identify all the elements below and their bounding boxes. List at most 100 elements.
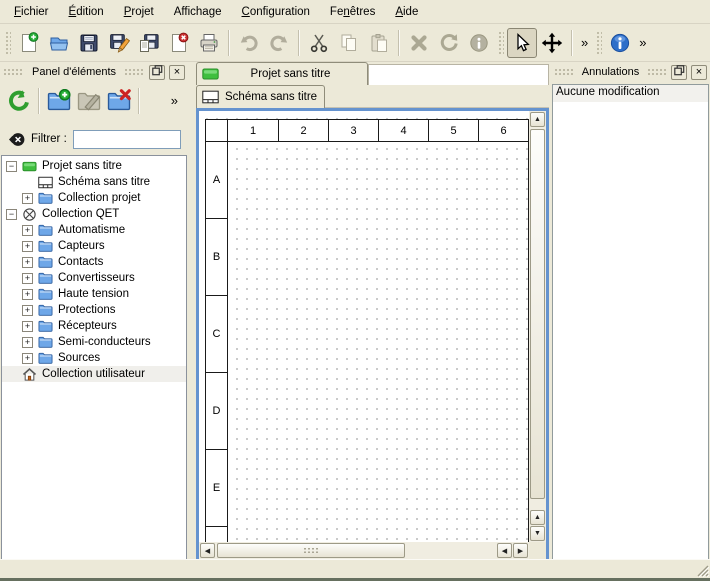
clear-filter-button[interactable]	[8, 131, 25, 148]
schema-tab-bar: Schéma sans titre	[196, 85, 549, 108]
main-toolbar: »»	[0, 24, 710, 62]
new-project-button[interactable]	[14, 28, 44, 58]
menu-fenetres[interactable]: Fenêtres	[320, 2, 385, 22]
tree-item-contacts[interactable]: + Contacts	[2, 254, 186, 270]
menu-configuration[interactable]: Configuration	[232, 2, 320, 22]
expander-minus-icon[interactable]: −	[6, 209, 17, 220]
float-panel-button[interactable]	[149, 65, 165, 80]
tree-item-label: Protections	[58, 304, 116, 316]
horizontal-scrollbar[interactable]: ◀ ◀ ▶	[199, 542, 529, 559]
expander-plus-icon[interactable]: +	[22, 225, 33, 236]
save-all-button[interactable]	[134, 28, 164, 58]
rotate-icon	[438, 32, 460, 54]
filter-input[interactable]	[73, 130, 181, 149]
tree-item-convertisseurs[interactable]: +Convertisseurs	[2, 270, 186, 286]
expander-plus-icon[interactable]: +	[22, 289, 33, 300]
vertical-scrollbar[interactable]: ▲ ▲ ▼	[529, 111, 546, 542]
tree-item-collection-projet[interactable]: +Collection projet	[2, 190, 186, 206]
toolbar-handle[interactable]	[4, 30, 11, 56]
panel-overflow-button[interactable]: »	[167, 86, 182, 116]
horizontal-scroll-thumb[interactable]	[217, 543, 405, 558]
paste-icon	[368, 32, 390, 54]
tree-item-haute-tension[interactable]: +Haute tension	[2, 286, 186, 302]
tab-bar-empty-area	[368, 64, 549, 85]
tree-item-semi-conducteurs[interactable]: + Semi-conducteurs	[2, 334, 186, 350]
scroll-left-button-2[interactable]: ◀	[497, 543, 512, 558]
scroll-up-button-2[interactable]: ▲	[530, 510, 545, 525]
pan-mode-button[interactable]	[537, 28, 567, 58]
toolbar-overflow-button[interactable]: »	[577, 28, 592, 58]
toolbar-handle[interactable]	[595, 30, 602, 56]
tab-schema-sans-titre[interactable]: Schéma sans titre	[196, 85, 325, 108]
edit-category-button	[74, 86, 104, 116]
expander-plus-icon[interactable]: +	[22, 321, 33, 332]
tree-item-collection-qet[interactable]: −Collection QET	[2, 206, 186, 222]
menu-fichier[interactable]: Fichier	[4, 2, 59, 22]
scroll-down-button[interactable]: ▼	[530, 526, 545, 541]
menu-affichage[interactable]: Affichage	[164, 2, 232, 22]
new-category-button[interactable]	[44, 86, 74, 116]
tree-item-collection-utilisateur[interactable]: Collection utilisateur	[2, 366, 186, 382]
expander-plus-icon[interactable]: +	[22, 273, 33, 284]
size-grip[interactable]	[695, 563, 709, 577]
left-splitter[interactable]	[188, 62, 196, 562]
column-header-6: 6	[478, 120, 528, 142]
print-button[interactable]	[194, 28, 224, 58]
tree-item-schema-sans-titre[interactable]: Schéma sans titre	[2, 174, 186, 190]
expander-plus-icon[interactable]: +	[22, 337, 33, 348]
tree-item-label: Semi-conducteurs	[58, 336, 151, 348]
project-icon	[22, 159, 37, 174]
row-header-partial	[206, 527, 228, 542]
close-panel-button[interactable]: ×	[169, 65, 185, 80]
about-qet-button[interactable]	[605, 28, 635, 58]
menu-bar: FichierÉditionProjetAffichageConfigurati…	[0, 0, 710, 24]
tree-item-label: Contacts	[58, 256, 103, 268]
rotate-button	[434, 28, 464, 58]
column-header-3: 3	[328, 120, 378, 142]
undo-dock-header[interactable]: Annulations ×	[551, 62, 710, 82]
tree-item-automatisme[interactable]: +Automatisme	[2, 222, 186, 238]
expander-plus-icon[interactable]: +	[22, 305, 33, 316]
scroll-up-button[interactable]: ▲	[530, 112, 545, 127]
close-panel-button[interactable]: ×	[691, 65, 707, 80]
scroll-right-button[interactable]: ▶	[513, 543, 528, 558]
save-as-button[interactable]	[104, 28, 134, 58]
reload-collections-button[interactable]	[4, 86, 34, 116]
toolbar-handle[interactable]	[497, 30, 504, 56]
diagram-scene[interactable]: 123456 ABCDE	[199, 111, 529, 542]
expander-minus-icon[interactable]: −	[6, 161, 17, 172]
delete-category-button[interactable]	[104, 86, 134, 116]
tree-item-projet-sans-titre[interactable]: −Projet sans titre	[2, 158, 186, 174]
expander-plus-icon[interactable]: +	[22, 257, 33, 268]
cut-icon	[308, 32, 330, 54]
save-button[interactable]	[74, 28, 104, 58]
tree-item-recepteurs[interactable]: +Récepteurs	[2, 318, 186, 334]
expander-plus-icon[interactable]: +	[22, 193, 33, 204]
menu-projet[interactable]: Projet	[114, 2, 164, 22]
undo-list-item[interactable]: Aucune modification	[553, 85, 708, 102]
move-cross-icon	[541, 32, 563, 54]
close-project-button[interactable]	[164, 28, 194, 58]
dock-texture	[3, 68, 24, 76]
expander-plus-icon[interactable]: +	[22, 241, 33, 252]
column-header-1: 1	[228, 120, 278, 142]
elements-tree: −Projet sans titreSchéma sans titre+Coll…	[1, 155, 187, 560]
open-project-button[interactable]	[44, 28, 74, 58]
tab-projet-sans-titre[interactable]: Projet sans titre	[196, 62, 368, 85]
float-panel-button[interactable]	[671, 65, 687, 80]
tree-item-capteurs[interactable]: +Capteurs	[2, 238, 186, 254]
toolbar-overflow-button-2[interactable]: »	[635, 28, 650, 58]
select-mode-button[interactable]	[507, 28, 537, 58]
menu-aide[interactable]: Aide	[385, 2, 428, 22]
paste-button	[364, 28, 394, 58]
tree-item-protections[interactable]: + Protections	[2, 302, 186, 318]
project-tab-bar: Projet sans titre	[196, 62, 549, 85]
vertical-scroll-thumb[interactable]	[530, 129, 545, 499]
expander-plus-icon[interactable]: +	[22, 353, 33, 364]
delete-icon	[408, 32, 430, 54]
elements-panel-title: Panel d'éléments	[28, 66, 120, 78]
scroll-left-button[interactable]: ◀	[200, 543, 215, 558]
tree-item-sources[interactable]: +Sources	[2, 350, 186, 366]
menu-edition[interactable]: Édition	[59, 2, 114, 22]
elements-panel-header[interactable]: Panel d'éléments ×	[0, 62, 188, 82]
